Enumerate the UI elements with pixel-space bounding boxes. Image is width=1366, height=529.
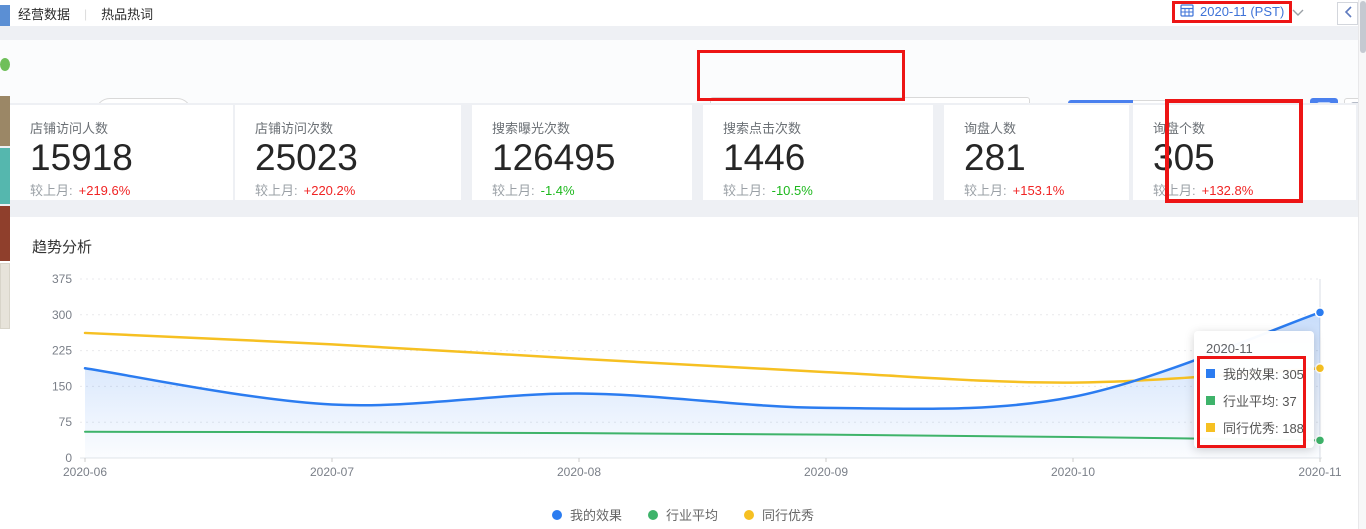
scrollbar-thumb[interactable] [1360, 1, 1366, 53]
stat-label: 店铺访问次数 [255, 121, 334, 136]
stat-value: 15918 [30, 137, 133, 178]
svg-text:300: 300 [52, 308, 72, 322]
chart-tooltip: 2020-11 我的效果: 305 行业平均: 37 同行优秀: 188 [1194, 331, 1314, 448]
stat-card-search-clicks: 搜索点击次数 1446 较上月: -10.5% [703, 105, 933, 200]
svg-text:2020-07: 2020-07 [310, 465, 354, 479]
stat-value: 25023 [255, 137, 358, 178]
legend-dot-yellow [744, 509, 754, 520]
header-separator [0, 26, 1366, 40]
stat-card-search-impressions: 搜索曝光次数 126495 较上月: -1.4% [472, 105, 692, 200]
stat-value: 281 [964, 137, 1026, 178]
chart-legend: 我的效果 行业平均 同行优秀 [0, 505, 1366, 524]
svg-text:2020-10: 2020-10 [1051, 465, 1095, 479]
tooltip-row: 同行优秀: 188 [1206, 418, 1304, 437]
stat-delta: 较上月: -10.5% [723, 183, 813, 198]
stat-label: 询盘个数 [1153, 121, 1206, 136]
legend-item-my-performance[interactable]: 我的效果 [551, 505, 622, 524]
legend-dot-green [647, 509, 658, 520]
collapse-panel-button[interactable] [1337, 2, 1358, 25]
tooltip-marker-blue [1206, 369, 1215, 378]
chevron-down-icon [1292, 4, 1304, 19]
stat-delta: 较上月: +132.8% [1153, 183, 1254, 198]
trend-section: 趋势分析 0 75 150 225 300 375 2020-06 2020-07 2020-0… [0, 217, 1366, 529]
svg-text:375: 375 [52, 272, 72, 286]
svg-text:2020-09: 2020-09 [804, 465, 848, 479]
stat-label: 询盘人数 [964, 121, 1017, 136]
stats-row: 店铺访问人数 15918 较上月: +219.6% 店铺访问次数 25023 较上… [0, 103, 1366, 217]
stat-label: 搜索曝光次数 [492, 121, 571, 136]
stat-delta: 较上月: +219.6% [30, 183, 131, 198]
tab-divider: | [84, 6, 88, 21]
stat-delta: 较上月: +220.2% [255, 183, 356, 198]
trend-chart[interactable]: 0 75 150 225 300 375 2020-06 2020-07 2020-08 2020… [10, 266, 1358, 491]
stat-card-inquiry-count: 询盘个数 305 较上月: +132.8% [1133, 105, 1356, 200]
calendar-icon [1180, 3, 1194, 20]
tooltip-row: 我的效果: 305 [1206, 364, 1304, 383]
legend-item-peer-excellent[interactable]: 同行优秀 [744, 505, 814, 524]
analytics-dashboard: 经营数据 | 热品热词 2020-11 (PST) 经营数据 运营常用 [0, 0, 1366, 529]
tab-hot-keywords[interactable]: 热品热词 [101, 4, 153, 23]
background-thumbnails-strip [0, 0, 10, 529]
svg-text:225: 225 [52, 344, 72, 358]
stat-delta: 较上月: -1.4% [492, 183, 575, 198]
date-picker[interactable]: 2020-11 (PST) [1180, 3, 1304, 20]
stat-card-inquiry-people: 询盘人数 281 较上月: +153.1% [944, 105, 1129, 200]
stat-value: 305 [1153, 137, 1215, 178]
chevron-left-icon [1344, 5, 1352, 23]
tooltip-marker-yellow [1206, 423, 1215, 432]
stat-value: 126495 [492, 137, 616, 178]
date-picker-value: 2020-11 (PST) [1200, 4, 1285, 19]
tooltip-title: 2020-11 [1206, 341, 1253, 356]
stat-card-visits: 店铺访问次数 25023 较上月: +220.2% [235, 105, 461, 200]
legend-item-industry-average[interactable]: 行业平均 [647, 505, 718, 524]
trend-title: 趋势分析 [32, 239, 93, 256]
filter-toolbar: 经营数据 运营常用 类目选择 Wire Mesh > Iron Wire Mes… [0, 40, 1366, 132]
svg-text:2020-08: 2020-08 [557, 465, 601, 479]
tooltip-marker-green [1206, 396, 1215, 405]
top-tabs: 经营数据 | 热品热词 [18, 4, 153, 23]
stat-delta: 较上月: +153.1% [964, 183, 1065, 198]
tooltip-row: 行业平均: 37 [1206, 391, 1302, 410]
svg-text:0: 0 [65, 451, 72, 465]
stat-label: 店铺访问人数 [30, 121, 109, 136]
stat-label: 搜索点击次数 [723, 121, 802, 136]
svg-text:75: 75 [59, 415, 73, 429]
scrollbar-track[interactable] [1358, 0, 1366, 529]
svg-text:2020-06: 2020-06 [63, 465, 107, 479]
stat-value: 1446 [723, 137, 806, 178]
legend-dot-blue [551, 509, 562, 520]
header-bar: 经营数据 | 热品热词 2020-11 (PST) [0, 0, 1366, 26]
svg-text:2020-11: 2020-11 [1298, 465, 1341, 479]
svg-text:150: 150 [52, 379, 72, 393]
stat-card-visitors: 店铺访问人数 15918 较上月: +219.6% [10, 105, 233, 200]
tab-business-data[interactable]: 经营数据 [18, 4, 70, 23]
